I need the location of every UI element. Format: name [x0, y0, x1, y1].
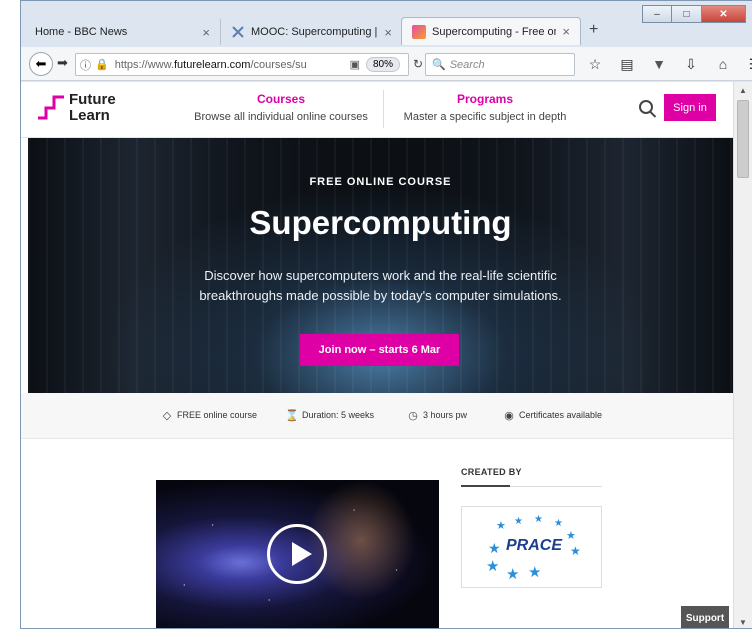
- tab-mooc[interactable]: MOOC: Supercomputing | ... ×: [220, 19, 402, 45]
- course-video[interactable]: [156, 480, 439, 628]
- svg-text:★: ★: [528, 564, 541, 581]
- navigation-toolbar: ⬅ ➡ ⓘ 🔒 https://www.futurelearn.com/cour…: [21, 47, 752, 81]
- browser-window: Home - BBC News × MOOC: Supercomputing |…: [20, 0, 752, 629]
- search-input[interactable]: 🔍 Search: [425, 53, 575, 76]
- maximize-button[interactable]: □: [672, 5, 702, 23]
- join-now-button[interactable]: Join now – starts 6 Mar: [300, 334, 459, 366]
- home-icon[interactable]: ⌂: [713, 55, 733, 73]
- tab-title: Supercomputing - Free onl...: [432, 25, 556, 38]
- pocket-icon[interactable]: ▼: [649, 55, 669, 73]
- zoom-level-badge[interactable]: 80%: [365, 57, 400, 72]
- svg-text:★: ★: [496, 520, 506, 532]
- scroll-up-icon[interactable]: ▲: [734, 82, 752, 98]
- globe-icon: ◇: [162, 409, 172, 422]
- svg-text:★: ★: [566, 530, 576, 542]
- tab-strip: Home - BBC News × MOOC: Supercomputing |…: [21, 5, 752, 47]
- created-by-underline: [461, 485, 510, 487]
- search-icon: 🔍: [432, 59, 446, 71]
- info-free-course: ◇ FREE online course: [162, 409, 258, 422]
- page-viewport: Future Learn Courses Browse all individu…: [21, 82, 733, 628]
- hero-title: Supercomputing: [249, 204, 512, 241]
- download-icon[interactable]: ⇩: [681, 55, 701, 73]
- tab-title: MOOC: Supercomputing | ...: [251, 26, 379, 38]
- created-by-heading: CREATED BY: [461, 467, 522, 477]
- sign-in-button[interactable]: Sign in: [664, 94, 716, 121]
- site-search-icon[interactable]: [639, 100, 653, 114]
- svg-text:★: ★: [506, 566, 519, 583]
- toolbar-icons: ☆ ▤ ▼ ⇩ ⌂ ☰: [585, 55, 752, 73]
- site-header: Future Learn Courses Browse all individu…: [21, 82, 733, 138]
- hero-kicker: FREE ONLINE COURSE: [309, 176, 452, 188]
- svg-text:★: ★: [534, 514, 543, 525]
- svg-text:★: ★: [488, 540, 501, 556]
- arrow-right-icon: ➡: [57, 55, 68, 70]
- tab-supercomputing[interactable]: Supercomputing - Free onl... ×: [401, 17, 581, 45]
- minimize-button[interactable]: –: [642, 5, 672, 23]
- lock-icon[interactable]: 🔒: [95, 58, 109, 71]
- course-info-strip: ◇ FREE online course ⌛ Duration: 5 weeks…: [21, 393, 733, 439]
- svg-text:★: ★: [554, 518, 563, 529]
- search-placeholder: Search: [449, 58, 485, 71]
- tab-close-icon[interactable]: ×: [202, 25, 210, 40]
- tab-close-icon[interactable]: ×: [562, 24, 570, 39]
- info-certificates: ◉ Certificates available: [504, 409, 603, 422]
- close-window-button[interactable]: ✕: [702, 5, 746, 23]
- nav-programs-subtitle: Master a specific subject in depth: [403, 111, 567, 123]
- bookmark-star-icon[interactable]: ☆: [585, 55, 605, 73]
- tab-bbc-news[interactable]: Home - BBC News ×: [25, 19, 220, 45]
- hero-description: Discover how supercomputers work and the…: [199, 268, 562, 303]
- clock-icon: ◷: [408, 409, 418, 422]
- scroll-down-icon[interactable]: ▼: [734, 614, 752, 628]
- reading-list-icon[interactable]: ▤: [617, 55, 637, 73]
- svg-text:★: ★: [514, 516, 523, 527]
- logo-line2: Learn: [69, 107, 110, 124]
- partner-logo-prace[interactable]: ★ ★ ★ ★ ★ ★ ★ ★ ★ ★ PRACE: [461, 506, 602, 588]
- tab-close-icon[interactable]: ×: [384, 25, 392, 40]
- certificate-icon: ◉: [504, 409, 514, 422]
- logo-line1: Future: [69, 91, 116, 108]
- back-button[interactable]: ⬅: [29, 52, 53, 76]
- menu-icon[interactable]: ☰: [745, 55, 752, 73]
- mooc-favicon-icon: [232, 26, 244, 38]
- partner-name: PRACE: [506, 537, 563, 554]
- scroll-thumb[interactable]: [737, 100, 749, 178]
- window-controls: – □ ✕: [642, 5, 746, 23]
- svg-text:★: ★: [570, 544, 581, 558]
- arrow-left-icon: ⬅: [35, 56, 47, 71]
- reload-icon[interactable]: ↻: [413, 57, 423, 71]
- nav-courses-subtitle: Browse all individual online courses: [194, 111, 368, 123]
- futurelearn-logo[interactable]: Future Learn: [37, 92, 116, 124]
- info-hours: ◷ 3 hours pw: [408, 409, 468, 422]
- reader-view-icon[interactable]: ▣: [350, 58, 360, 71]
- nav-courses[interactable]: Courses Browse all individual online cou…: [191, 92, 371, 123]
- hourglass-icon: ⌛: [285, 409, 299, 422]
- nav-divider: [383, 90, 384, 128]
- support-button[interactable]: Support: [681, 606, 729, 628]
- play-icon[interactable]: [267, 524, 327, 584]
- stairs-logo-icon: [38, 95, 64, 120]
- page-scrollbar[interactable]: ▲ ▼: [733, 82, 752, 628]
- svg-text:★: ★: [486, 558, 499, 575]
- new-tab-button[interactable]: +: [589, 21, 598, 39]
- nav-courses-title: Courses: [256, 92, 306, 106]
- nav-programs-title: Programs: [456, 92, 514, 106]
- forward-button[interactable]: ➡: [57, 55, 68, 71]
- hero-banner: FREE ONLINE COURSE Supercomputing Discov…: [28, 138, 733, 393]
- nav-programs[interactable]: Programs Master a specific subject in de…: [396, 92, 574, 123]
- url-text: https://www.futurelearn.com/courses/su: [114, 58, 307, 71]
- address-bar[interactable]: ⓘ 🔒 https://www.futurelearn.com/courses/…: [75, 53, 409, 76]
- info-icon[interactable]: ⓘ: [80, 57, 91, 73]
- futurelearn-favicon-icon: [412, 24, 426, 39]
- tab-title: Home - BBC News: [35, 26, 128, 38]
- info-duration: ⌛ Duration: 5 weeks: [285, 409, 375, 422]
